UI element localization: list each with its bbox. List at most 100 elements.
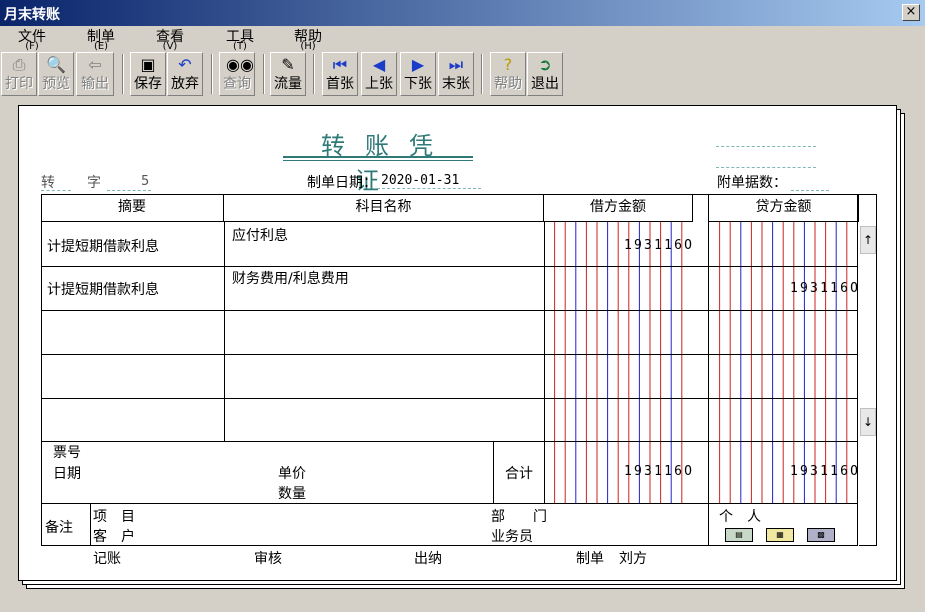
undo-icon: ↶ [178,55,192,74]
menu-edit[interactable]: 制单 (E) [87,29,115,52]
column-separator [493,441,494,503]
bookkeeping-label: 记账 [93,551,121,567]
toolbar-separator [481,54,483,94]
cashier-label: 出纳 [414,551,442,567]
menu-edit-accel: (E) [93,41,109,52]
unit-price-label: 单价 [278,466,306,482]
printer-icon: ⎙ [12,55,26,74]
next-label: 下张 [404,76,432,92]
notebook-icon[interactable]: ▤ [725,528,753,542]
menu-tools-accel: (T) [233,41,247,52]
salesperson-label: 业务员 [491,529,533,545]
scroll-down-arrow[interactable]: ↓ [860,408,876,436]
preview-label: 预览 [42,76,70,92]
first-record-icon: ⏮ [332,55,348,74]
query-label: 查询 [223,76,251,92]
export-label: 输出 [81,76,109,92]
binoculars-icon: ◉◉ [226,55,254,74]
individual-label: 个 人 [719,509,761,525]
total-credit: 193116O [790,464,861,479]
pattern-icon[interactable]: ▩ [807,528,835,542]
save-label: 保存 [134,76,162,92]
remarks-label: 备注 [45,520,73,536]
flow-button[interactable]: ✎ 流量 [270,52,306,96]
total-debit: 193116O [624,464,695,479]
last-button[interactable]: ⏭ 末张 [438,52,474,96]
first-label: 首张 [326,76,354,92]
menu-help-accel: (H) [300,41,316,52]
discard-button[interactable]: ↶ 放弃 [167,52,203,96]
print-label: 打印 [5,76,33,92]
audit-label: 审核 [254,551,282,567]
prev-button[interactable]: ◀ 上张 [361,52,397,96]
last-record-icon: ⏭ [448,55,464,74]
floppy-disk-icon: ▣ [140,55,156,74]
row-2-account[interactable]: 财务费用/利息费用 [232,268,349,288]
flow-label: 流量 [274,76,302,92]
toolbar-separator [263,54,265,94]
footer-date-label: 日期 [53,466,81,482]
exit-button[interactable]: ➲ 退出 [527,52,563,96]
title-bar: 月末转账 × [0,0,925,26]
toolbar-separator [122,54,124,94]
export-icon: ⇦ [88,55,102,74]
discard-label: 放弃 [171,76,199,92]
project-label: 项 目 [93,509,135,525]
menu-tools[interactable]: 工具 (T) [226,29,254,52]
menu-bar: 文件 (F) 制单 (E) 查看 (V) 工具 (T) 帮助 (H) [0,27,925,52]
row-separator [41,503,858,504]
first-button[interactable]: ⏮ 首张 [322,52,358,96]
toolbar-separator [211,54,213,94]
row-1-debit[interactable]: 193116O [624,238,694,253]
row-separator [41,310,858,311]
close-icon: × [905,4,917,19]
voucher-document: 转账凭证 转 字 5 制单日期： 2020-01-31 附单据数： 摘要 科目名… [18,105,897,581]
menu-view-accel: (V) [162,41,178,52]
ticket-number-label: 票号 [53,445,81,461]
menu-view[interactable]: 查看 (V) [156,29,184,52]
total-label: 合计 [505,466,533,482]
preview-button[interactable]: 🔍 预览 [38,52,74,96]
maker-label: 制单 [576,551,604,567]
amount-ledger-lines [554,222,848,503]
toolbar: ⎙ 打印 🔍 预览 ⇦ 输出 ▣ 保存 ↶ 放弃 ◉◉ 查询 ✎ 流量 ⏮ 首张… [0,52,925,98]
previous-record-icon: ◀ [372,55,386,74]
toolbar-separator [313,54,315,94]
window-title: 月末转账 [4,7,60,23]
menu-file[interactable]: 文件 (F) [18,29,46,52]
exit-door-icon: ➲ [538,55,552,74]
maker-name: 刘方 [619,551,647,567]
save-button[interactable]: ▣ 保存 [130,52,166,96]
card-icon[interactable]: ▦ [766,528,794,542]
help-label: 帮助 [494,76,522,92]
close-button[interactable]: × [902,4,920,21]
magnifier-page-icon: 🔍 [46,55,66,74]
scroll-up-arrow[interactable]: ↑ [860,226,876,254]
row-separator [41,266,858,267]
prev-label: 上张 [365,76,393,92]
row-2-summary[interactable]: 计提短期借款利息 [47,279,159,299]
column-separator [90,503,91,546]
next-button[interactable]: ▶ 下张 [400,52,436,96]
row-separator [41,398,858,399]
department-label: 部 门 [491,509,547,525]
customer-label: 客 户 [93,529,135,545]
quantity-label: 数量 [278,486,306,502]
row-1-summary[interactable]: 计提短期借款利息 [47,236,159,256]
help-button[interactable]: ? 帮助 [490,52,526,96]
last-label: 末张 [442,76,470,92]
print-button[interactable]: ⎙ 打印 [1,52,37,96]
row-separator [41,354,858,355]
row-2-credit[interactable]: 193116O [790,281,860,296]
query-button[interactable]: ◉◉ 查询 [219,52,255,96]
row-separator [41,441,858,442]
pencil-paper-icon: ✎ [281,55,295,74]
row-1-account[interactable]: 应付利息 [232,225,288,245]
column-separator [224,222,225,441]
menu-file-accel: (F) [25,41,39,52]
question-mark-icon: ? [503,55,513,74]
export-button[interactable]: ⇦ 输出 [76,52,114,96]
exit-label: 退出 [531,76,559,92]
next-record-icon: ▶ [411,55,425,74]
menu-help[interactable]: 帮助 (H) [294,29,322,52]
